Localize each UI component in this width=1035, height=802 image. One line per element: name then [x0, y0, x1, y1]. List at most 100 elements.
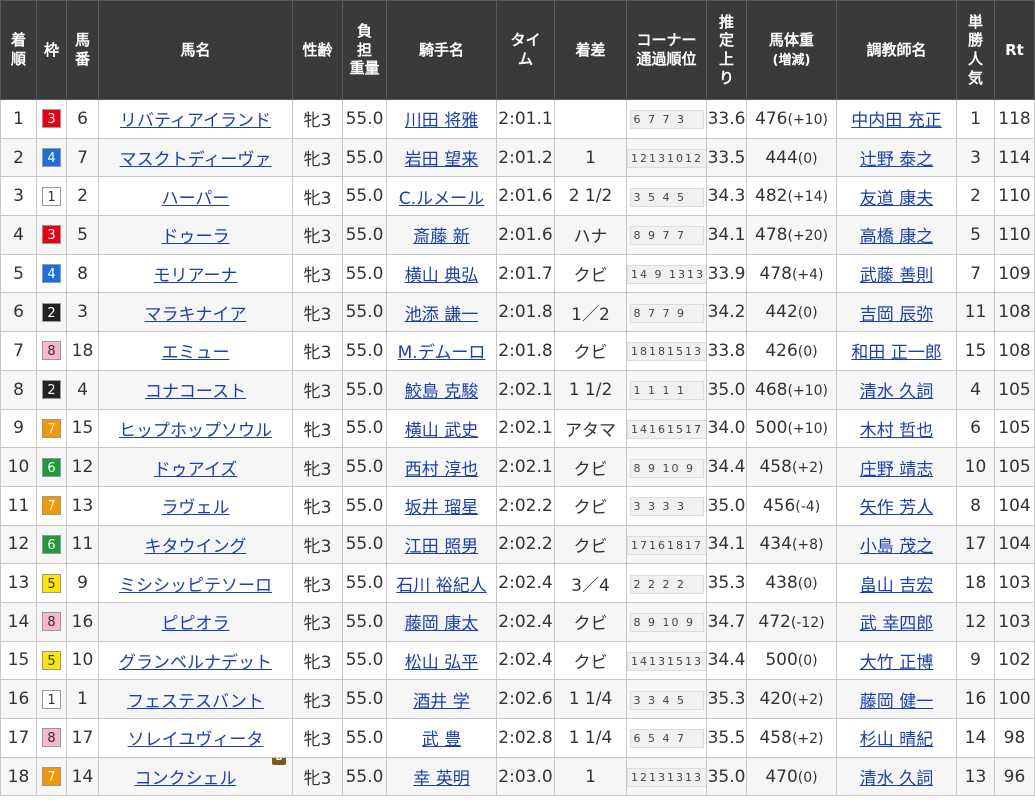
header-rating[interactable]: Rt	[994, 0, 1035, 100]
trainer-link[interactable]: 中内田 充正	[851, 111, 941, 131]
jockey-link[interactable]: 酒井 学	[413, 692, 469, 712]
trainer-link[interactable]: 小島 茂之	[860, 537, 933, 557]
horse-name-link[interactable]: グランベルナデット	[119, 653, 272, 673]
jockey-link[interactable]: 江田 照男	[405, 537, 478, 557]
frame-cell: 7	[36, 408, 67, 449]
header-finish[interactable]: 着順	[0, 0, 37, 100]
header-margin[interactable]: 着差	[554, 0, 627, 100]
win-popularity: 15	[956, 331, 995, 371]
jockey-link[interactable]: 鮫島 克駿	[405, 382, 478, 402]
frame-cell: 6	[36, 447, 67, 487]
trainer-link[interactable]: 矢作 芳人	[860, 498, 933, 518]
header-trainer[interactable]: 調教師名	[836, 0, 957, 100]
header-frame[interactable]: 枠	[36, 0, 67, 100]
trainer-link[interactable]: 木村 哲也	[860, 421, 933, 441]
jockey-link[interactable]: 池添 謙一	[405, 305, 478, 325]
header-last3f[interactable]: 推定上り	[706, 0, 747, 100]
weight-carried: 55.0	[342, 524, 387, 565]
jockey-cell: 松山 弘平	[386, 640, 497, 681]
horse-name-link[interactable]: ソレイユヴィータ	[128, 730, 264, 750]
horse-name-link[interactable]: キタウイング	[145, 537, 247, 557]
horse-name-link[interactable]: ラヴェル	[162, 498, 230, 518]
horse-name-link[interactable]: コナコースト	[145, 382, 246, 402]
table-row: 2 4 7 マスクトディーヴァ 牝3 55.0 岩田 望来 2:01.2 1 12131012 33…	[0, 137, 1035, 178]
trainer-link[interactable]: 吉岡 辰弥	[860, 305, 933, 325]
trainer-link[interactable]: 清水 久詞	[860, 382, 933, 402]
jockey-link[interactable]: 石川 裕紀人	[396, 576, 486, 596]
horse-name-cell: ソレイユヴィータ	[98, 718, 293, 758]
corner-cell: 14131513	[626, 640, 707, 681]
jockey-link[interactable]: 斎藤 新	[413, 227, 469, 247]
trainer-link[interactable]: 高橋 康之	[860, 227, 933, 247]
header-horse-name[interactable]: 馬名	[98, 0, 293, 100]
horse-name-link[interactable]: フェステスバント	[127, 692, 264, 712]
trainer-link[interactable]: 武 幸四郎	[860, 614, 933, 634]
jockey-link[interactable]: M.デムーロ	[398, 343, 486, 363]
horse-name-link[interactable]: ヒップホップソウル	[119, 421, 272, 441]
trainer-link[interactable]: 和田 正一郎	[851, 343, 941, 363]
body-weight-cell: 456(-4)	[746, 485, 837, 526]
horse-name-link[interactable]: ドゥアイズ	[154, 460, 238, 480]
horse-name-link[interactable]: マスクトディーヴァ	[120, 150, 272, 170]
jockey-cell: 酒井 学	[386, 679, 497, 719]
trainer-link[interactable]: 藤岡 健一	[860, 692, 933, 712]
race-time: 2:02.4	[496, 563, 555, 603]
rating: 108	[994, 331, 1035, 371]
table-row: 4 3 5 ドゥーラ 牝3 55.0 斎藤 新 2:01.6 ハナ 8 9 7 7 34.1 478(…	[0, 215, 1035, 255]
body-weight-diff: (+4)	[791, 266, 824, 283]
finish-position: 16	[0, 679, 37, 719]
header-sex-age[interactable]: 性齢	[292, 0, 343, 100]
body-weight: 472	[758, 611, 791, 632]
jockey-link[interactable]: 坂井 瑠星	[405, 498, 478, 518]
horse-name-link[interactable]: ハーパー	[162, 189, 230, 209]
jockey-link[interactable]: 岩田 望来	[405, 150, 478, 170]
header-horse-no[interactable]: 馬番	[66, 0, 99, 100]
header-popularity[interactable]: 単勝人気	[956, 0, 995, 100]
corner-positions: 2 2 2 2	[629, 574, 704, 594]
jockey-link[interactable]: C.ルメール	[399, 189, 484, 209]
trainer-link[interactable]: 友道 康夫	[860, 189, 933, 209]
body-weight-diff: (+14)	[787, 189, 828, 206]
corner-positions: 6 7 7 3	[629, 110, 704, 130]
header-time[interactable]: タイム	[496, 0, 555, 100]
sex-age: 牝3	[292, 215, 343, 255]
trainer-link[interactable]: 杉山 晴紀	[860, 730, 933, 750]
body-weight-cell: 478(+4)	[746, 253, 837, 294]
blinker-icon: B	[272, 758, 286, 766]
trainer-link[interactable]: 武藤 善則	[860, 266, 933, 286]
header-jockey[interactable]: 騎手名	[386, 0, 497, 100]
body-weight-diff: (0)	[797, 150, 818, 167]
horse-name-link[interactable]: ピピオラ	[162, 614, 230, 634]
jockey-link[interactable]: 武 豊	[422, 730, 461, 750]
horse-name-link[interactable]: マラキナイア	[145, 305, 247, 325]
trainer-link[interactable]: 畠山 吉宏	[860, 576, 933, 596]
jockey-link[interactable]: 幸 英明	[413, 769, 469, 789]
horse-name-link[interactable]: リバティアイランド	[120, 111, 271, 131]
last-3f: 33.5	[706, 137, 747, 178]
trainer-link[interactable]: 庄野 靖志	[860, 460, 933, 480]
jockey-link[interactable]: 川田 将雅	[405, 111, 478, 131]
horse-name-link[interactable]: ドゥーラ	[162, 227, 230, 247]
header-weight-carried[interactable]: 負担重量	[342, 0, 387, 100]
horse-name-link[interactable]: エミュー	[162, 343, 230, 363]
frame-cell: 2	[36, 292, 67, 333]
header-corner[interactable]: コーナー 通過順位	[626, 0, 707, 100]
win-popularity: 16	[956, 679, 995, 719]
horse-name-link[interactable]: ミシシッピテソーロ	[119, 576, 272, 596]
jockey-link[interactable]: 横山 典弘	[405, 266, 478, 286]
margin: クビ	[554, 447, 627, 487]
jockey-link[interactable]: 松山 弘平	[405, 653, 478, 673]
jockey-cell: 江田 照男	[386, 524, 497, 565]
jockey-link[interactable]: 横山 武史	[405, 421, 478, 441]
header-body-weight[interactable]: 馬体重 (増減)	[746, 0, 837, 100]
trainer-link[interactable]: 辻野 泰之	[860, 150, 933, 170]
body-weight: 444	[765, 147, 798, 168]
jockey-link[interactable]: 西村 淳也	[405, 460, 478, 480]
finish-position: 13	[0, 563, 37, 603]
jockey-link[interactable]: 藤岡 康太	[405, 614, 478, 634]
trainer-link[interactable]: 清水 久詞	[860, 769, 933, 789]
horse-name-link[interactable]: コンクシェル	[135, 769, 237, 789]
rating: 105	[994, 447, 1035, 487]
trainer-link[interactable]: 大竹 正博	[860, 653, 933, 673]
horse-name-link[interactable]: モリアーナ	[154, 266, 238, 286]
